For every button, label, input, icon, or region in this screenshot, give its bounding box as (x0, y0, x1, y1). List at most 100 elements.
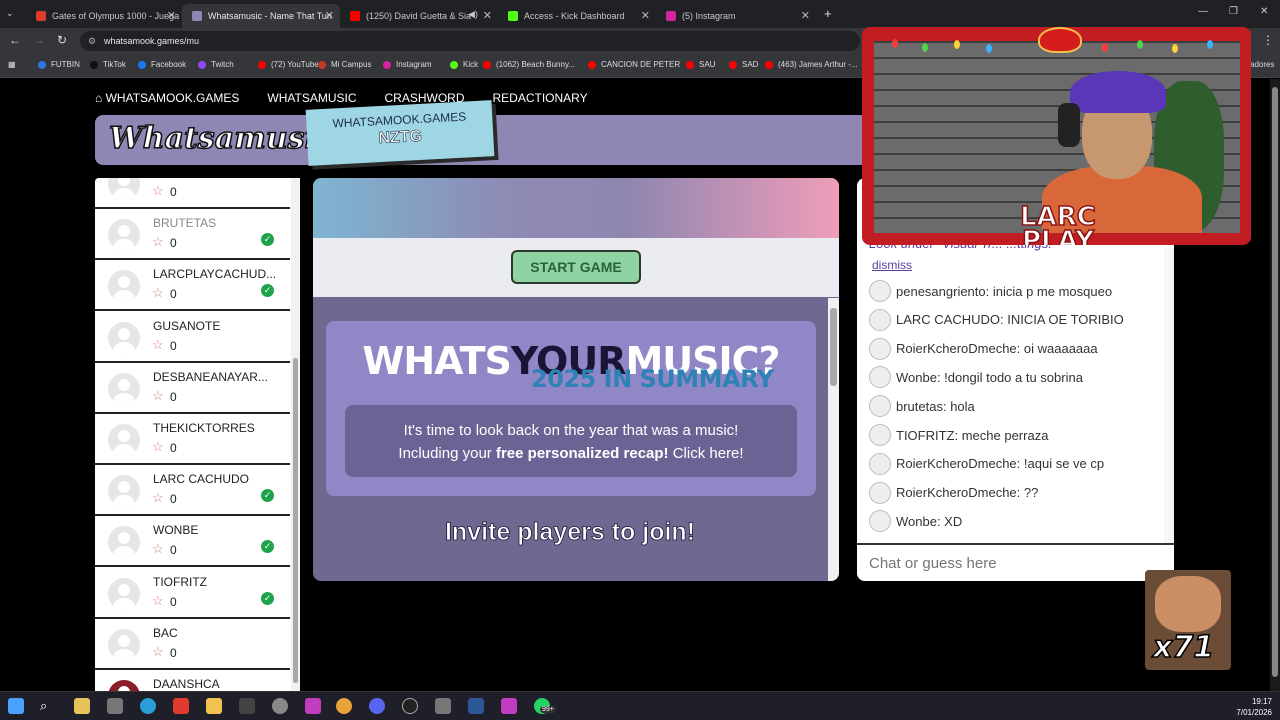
speaker-icon[interactable]: ◀) (468, 9, 478, 20)
calculator-icon[interactable] (435, 698, 451, 714)
taskbar-app-icon[interactable] (107, 698, 123, 714)
player-row[interactable]: DESBANEANAYAR... ☆ 0 (95, 362, 290, 414)
chat-input[interactable] (857, 543, 1174, 581)
player-row[interactable]: LARC CACHUDO ☆ 0 ✓ (95, 465, 290, 517)
bookmark-label: (72) YouTube (271, 60, 319, 69)
site-logo[interactable]: Whatsamusic (108, 120, 335, 157)
home-icon: ⌂ (95, 91, 106, 105)
taskbar-app-icon[interactable] (74, 698, 90, 714)
taskbar-app-icon[interactable] (239, 698, 255, 714)
tab-instagram[interactable]: (5) Instagram ✕ (656, 4, 816, 28)
back-icon[interactable]: ← (9, 33, 21, 47)
check-icon: ✓ (261, 489, 274, 503)
light-bulb-icon (922, 43, 928, 52)
close-window-icon[interactable]: ✕ (1260, 6, 1268, 17)
bookmark-item[interactable]: CANCION DE PETER (588, 60, 680, 69)
edge-icon[interactable] (140, 698, 156, 714)
bookmark-item[interactable]: (72) YouTube (258, 60, 319, 69)
tab-whatsamusic[interactable]: Whatsamusic - Name That Tun ✕ (182, 4, 340, 28)
player-row[interactable]: BRUTETAS ☆ 0 ✓ (95, 209, 290, 261)
bookmark-item[interactable]: (1062) Beach Bunny... (483, 60, 575, 69)
player-name: TIOFRITZ (153, 574, 207, 589)
game-scrollbar-thumb[interactable] (830, 308, 837, 386)
discord-icon[interactable] (369, 698, 385, 714)
taskbar-app-icon[interactable] (173, 698, 189, 714)
site-info-icon[interactable]: ⚙ (88, 31, 96, 51)
clock-date: 7/01/2026 (1236, 708, 1272, 717)
player-row[interactable]: WONBE ☆ 0 ✓ (95, 516, 290, 568)
player-row[interactable]: GUSANOTE ☆ 0 (95, 311, 290, 363)
maximize-icon[interactable]: ❐ (1229, 6, 1238, 17)
avatar (108, 321, 140, 354)
avatar (869, 280, 891, 302)
chrome-icon[interactable] (336, 698, 352, 714)
bookmark-favicon-icon (450, 60, 458, 69)
promo-text-box[interactable]: It's time to look back on the year that … (345, 405, 797, 477)
promo-click-here-link[interactable]: Click here! (669, 445, 744, 462)
players-list[interactable]: PENESANGRIENTO☆0BRUTETAS☆0✓LARCPLAYCACHU… (95, 178, 300, 691)
promo-text-bold: free personalized recap! (495, 445, 669, 462)
tab-youtube[interactable]: (1250) David Guetta & Sia ◀) ✕ (340, 4, 498, 28)
bookmark-item[interactable]: FUTBIN (38, 60, 80, 69)
chat-message: RoierKcheroDmeche: ?? (869, 481, 1038, 504)
bookmark-item[interactable]: Twitch (198, 60, 234, 69)
apps-icon[interactable]: ▦ (8, 60, 16, 69)
player-row[interactable]: PENESANGRIENTO ☆ 0 (95, 178, 290, 209)
player-row[interactable]: DAANSHCA (95, 670, 290, 691)
bookmark-item[interactable]: Kick (450, 60, 478, 69)
obs-icon[interactable] (402, 698, 418, 714)
folder-icon[interactable] (206, 698, 222, 714)
url-field[interactable]: ⚙ whatsamook.games/mu (80, 31, 860, 51)
player-name: THEKICKTORRES (153, 421, 255, 435)
bookmark-item[interactable]: Facebook (138, 60, 186, 69)
tab-search-icon[interactable]: ⌄ (6, 8, 14, 19)
star-icon: ☆ (152, 183, 164, 198)
star-icon: ☆ (152, 336, 164, 352)
page-scrollbar-thumb[interactable] (1272, 87, 1278, 677)
players-scrollbar-thumb[interactable] (293, 358, 298, 683)
reload-icon[interactable]: ↻ (57, 33, 67, 47)
word-icon[interactable] (468, 698, 484, 714)
windows-start-icon[interactable] (8, 698, 24, 714)
close-icon[interactable]: ✕ (167, 9, 176, 22)
bookmark-item[interactable]: Mi Campus (318, 60, 371, 69)
forward-icon[interactable]: → (33, 33, 45, 47)
minimize-icon[interactable]: — (1198, 6, 1208, 17)
close-icon[interactable]: ✕ (325, 9, 334, 22)
bookmark-item[interactable]: Instagram (383, 60, 432, 69)
player-row[interactable]: TIOFRITZ ☆ 0 ✓ (95, 567, 290, 619)
player-row[interactable]: BAC ☆ 0 (95, 618, 290, 670)
close-icon[interactable]: ✕ (801, 9, 810, 22)
chat-scrollbar[interactable] (1164, 248, 1174, 543)
star-icon: ☆ (152, 439, 164, 454)
nav-redactionary[interactable]: REDACTIONARY (493, 91, 588, 105)
bookmark-item[interactable]: SAU (686, 60, 715, 69)
bookmark-label: CANCION DE PETER (601, 60, 681, 69)
new-tab-button[interactable]: + (824, 6, 832, 21)
tab-kick-dashboard[interactable]: Access - Kick Dashboard ✕ (498, 4, 656, 28)
taskbar-app-icon[interactable] (305, 698, 321, 714)
bookmark-item[interactable]: SAD (729, 60, 758, 69)
recap-promo-card[interactable]: WHATSYOURMUSIC? 2025 IN SUMMARY It's tim… (326, 321, 816, 496)
bookmarks-overflow[interactable]: adores (1250, 60, 1274, 69)
bookmark-item[interactable]: (463) James Arthur -... (765, 60, 858, 69)
taskbar-app-icon[interactable] (272, 698, 288, 714)
taskbar-app-icon[interactable] (501, 698, 517, 714)
bookmark-label: Mi Campus (331, 60, 372, 69)
close-icon[interactable]: ✕ (641, 9, 650, 22)
tab-gates-of-olympus[interactable]: Gates of Olympus 1000 - Juega ✕ (26, 4, 182, 28)
nav-home[interactable]: ⌂ WHATSAMOOK.GAMES (95, 91, 239, 105)
start-game-button[interactable]: START GAME (511, 250, 641, 284)
menu-icon[interactable]: ⋮ (1262, 33, 1274, 47)
promo-subtitle: 2025 IN SUMMARY (531, 365, 774, 393)
close-icon[interactable]: ✕ (483, 9, 492, 22)
nav-whatsamusic[interactable]: WHATSAMUSIC (267, 91, 356, 105)
player-score: 0 (170, 338, 177, 353)
system-clock[interactable]: 19:17 7/01/2026 (1236, 696, 1272, 718)
dismiss-link[interactable]: dismiss (872, 258, 912, 272)
search-icon[interactable]: ⌕ (40, 698, 56, 714)
color-header-bar (313, 178, 839, 238)
player-row[interactable]: THEKICKTORRES ☆ 0 (95, 414, 290, 465)
player-row[interactable]: LARCPLAYCACHUD... ☆ 0 ✓ (95, 260, 290, 312)
bookmark-item[interactable]: TikTok (90, 60, 126, 69)
